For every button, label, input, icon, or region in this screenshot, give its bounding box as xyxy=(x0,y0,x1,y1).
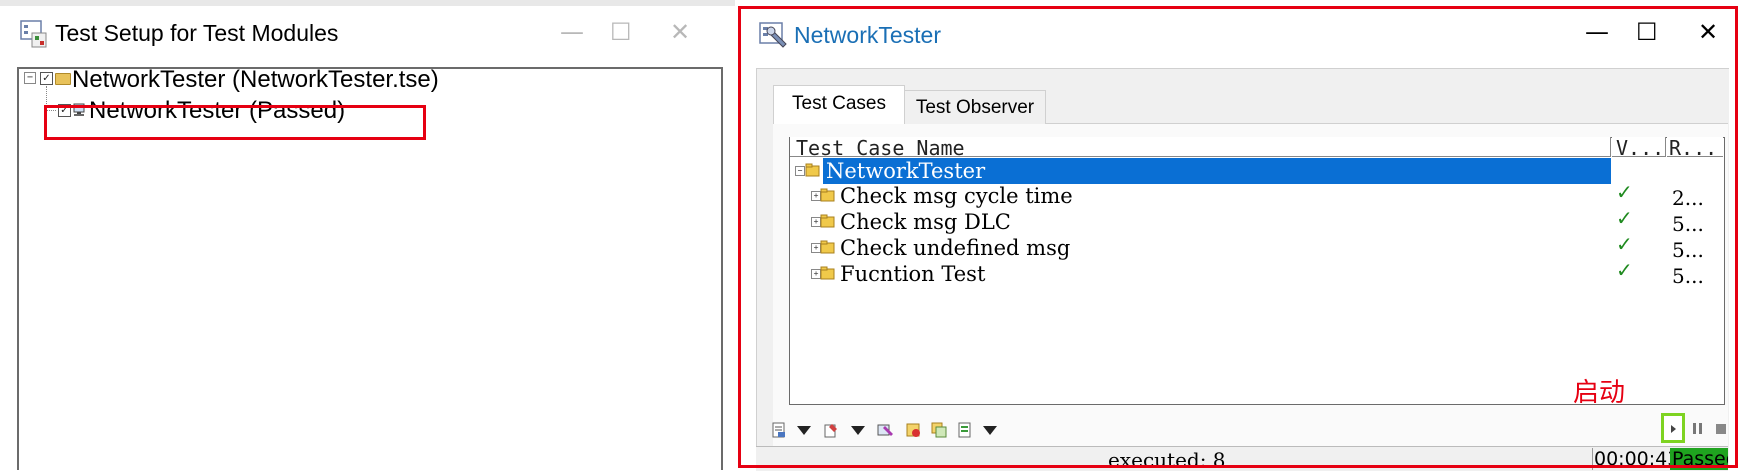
window-title: Test Setup for Test Modules xyxy=(55,20,339,46)
window-top-border xyxy=(0,0,735,6)
highlight-box xyxy=(738,6,1738,468)
tree-root-label[interactable]: NetworkTester (NetworkTester.tse) xyxy=(72,66,439,94)
test-setup-icon xyxy=(20,20,47,48)
minimize-button[interactable]: — xyxy=(560,18,584,46)
root-checkbox[interactable]: ✓ xyxy=(40,72,53,85)
maximize-button[interactable]: ☐ xyxy=(610,18,632,46)
folder-icon xyxy=(55,73,71,85)
collapse-icon[interactable]: − xyxy=(24,72,36,84)
close-button[interactable]: ✕ xyxy=(670,18,690,46)
highlight-box xyxy=(44,105,426,140)
